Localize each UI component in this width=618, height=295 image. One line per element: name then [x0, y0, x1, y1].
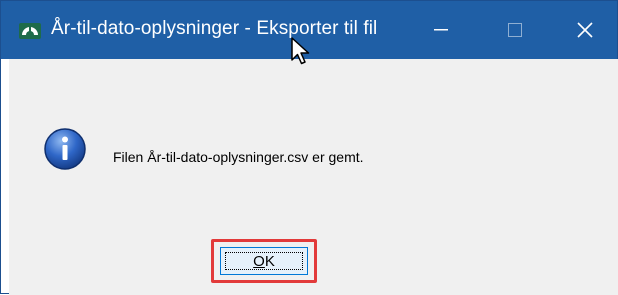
minimize-icon — [434, 29, 448, 31]
ok-button-label-rest: K — [264, 252, 275, 270]
dialog-window: År-til-dato-oplysninger - Eksporter til … — [0, 0, 618, 295]
close-button[interactable] — [557, 1, 613, 59]
dialog-body: Filen År-til-dato-oplysninger.csv er gem… — [9, 59, 618, 295]
info-icon — [44, 128, 86, 170]
maximize-button[interactable] — [487, 1, 543, 59]
window-title: År-til-dato-oplysninger - Eksporter til … — [51, 18, 378, 39]
ok-button-label: OK — [253, 253, 275, 270]
dialog-message: Filen År-til-dato-oplysninger.csv er gem… — [113, 149, 364, 165]
ok-button[interactable]: OK — [220, 247, 308, 275]
minimize-button[interactable] — [413, 1, 469, 59]
app-icon — [19, 23, 41, 39]
ok-button-mnemonic: O — [253, 252, 265, 270]
close-icon — [577, 22, 593, 38]
maximize-icon — [508, 23, 522, 37]
mouse-cursor-icon — [291, 37, 310, 65]
